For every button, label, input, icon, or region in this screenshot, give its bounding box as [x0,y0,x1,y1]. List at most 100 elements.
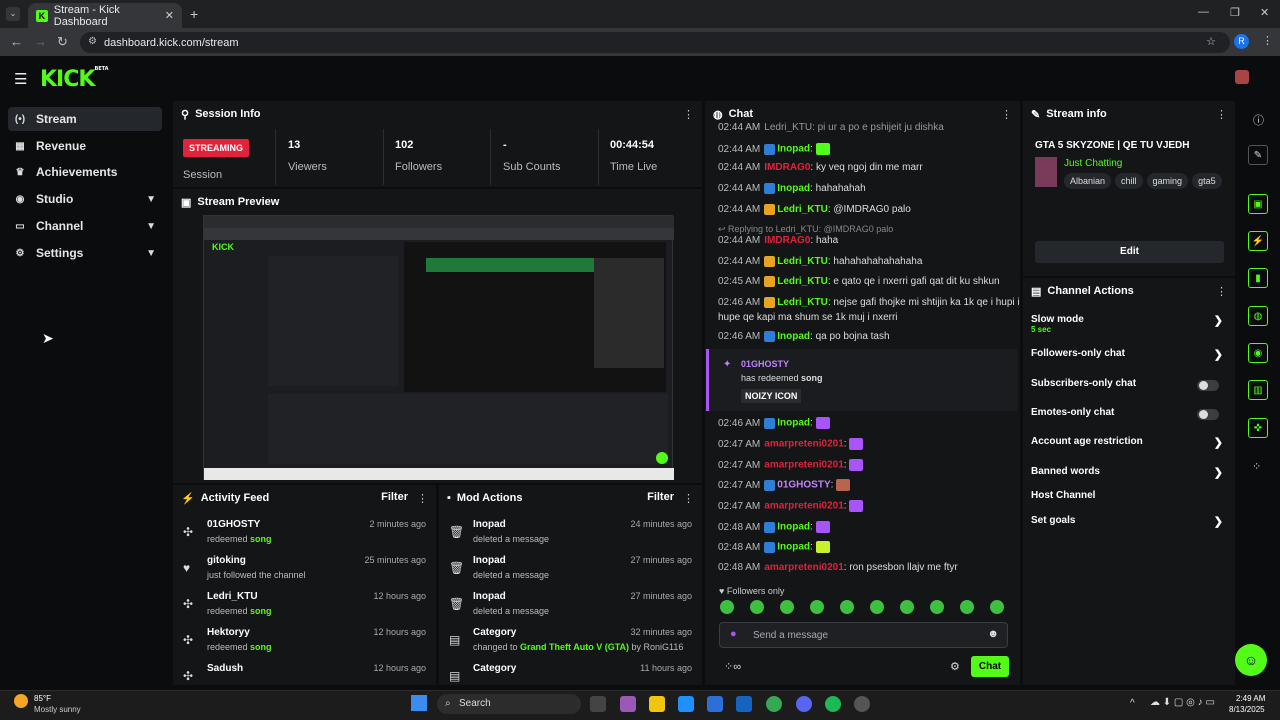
chat-username[interactable]: Inopad [777,331,810,342]
url-field[interactable]: ⚙ dashboard.kick.com/stream ☆ [80,32,1230,53]
hamburger-menu-icon[interactable]: ☰ [14,70,27,88]
sidebar-item-stream[interactable]: (•) Stream [8,107,162,131]
maximize-icon[interactable]: ❐ [1230,6,1240,19]
chat-bubble-icon[interactable]: ◍ [1248,306,1268,326]
kebab-menu-icon[interactable]: ⋮ [1001,108,1012,121]
trash-icon[interactable]: ▮ [1248,268,1268,288]
channel-action-account-age-restriction[interactable]: Account age restriction ❯ [1031,436,1227,456]
back-icon[interactable]: ← [10,34,23,49]
chat-username[interactable]: amarpreteni0201 [764,460,844,471]
channel-action-emotes-only-chat[interactable]: Emotes-only chat [1031,407,1227,427]
chat-message[interactable]: 02:48 AM Inopad: [718,521,1018,533]
mod-action-item[interactable]: 🗑︎ Inopad deleted a message 24 minutes ago [449,519,692,553]
activity-item[interactable]: ✣ Ledri_KTU redeemed song 12 hours ago [183,591,426,625]
chat-message[interactable]: 02:46 AM Ledri_KTU: nejse gafi thojke mi … [718,297,1020,308]
tag-chip[interactable]: chill [1115,173,1143,189]
mod-action-item[interactable]: ▤ Category changed to Grand Theft Auto V (… [449,627,692,661]
mod-action-item[interactable]: 🗑︎ Inopad deleted a message 27 minutes ago [449,591,692,625]
tag-chip[interactable]: gta5 [1192,173,1222,189]
chat-username[interactable]: Ledri_KTU [777,297,828,308]
info-icon[interactable]: ⓘ [1253,112,1264,128]
emote-icon[interactable] [870,600,884,614]
spotify-icon[interactable] [825,696,841,712]
chat-message[interactable]: 02:45 AM Ledri_KTU: e qato qe i nxerri ga… [718,276,1018,287]
chat-message[interactable]: 02:48 AM amarpreteni0201: ron psesbon lla… [718,562,1018,573]
chrome-icon[interactable] [766,696,782,712]
profile-avatar[interactable]: R [1234,34,1249,49]
pencil-icon[interactable]: ✎ [1248,145,1268,165]
tray-chevron-icon[interactable]: ^ [1130,698,1135,709]
emote-icon[interactable] [960,600,974,614]
chat-username[interactable]: Inopad [777,418,810,429]
emote-icon[interactable] [720,600,734,614]
kebab-menu-icon[interactable]: ⋮ [1216,108,1227,121]
discord-icon[interactable] [796,696,812,712]
channel-action-host-channel[interactable]: Host Channel [1031,490,1227,510]
chat-message[interactable]: 02:44 AM IMDRAG0: haha [718,235,1018,246]
chat-message[interactable]: 02:44 AM Ledri_KTU: hahahahahahahaha [718,256,1018,267]
channel-action-subscribers-only-chat[interactable]: Subscribers-only chat [1031,378,1227,398]
kick-logo[interactable]: KICKBETA [40,66,109,92]
chat-message[interactable]: 02:48 AM Inopad: [718,541,1018,553]
emote-icon[interactable] [990,600,1004,614]
site-info-icon[interactable]: ⚙ [88,36,97,47]
broadcast-icon[interactable]: ◉ [1248,343,1268,363]
chat-message[interactable]: 02:44 AM IMDRAG0: ky veq ngoj din me marr [718,162,1018,173]
weather-icon[interactable] [14,694,28,708]
chat-username[interactable]: Ledri_KTU [777,276,828,287]
chat-settings-icon[interactable]: ⚙ [950,660,960,673]
layout-icon[interactable]: ▣ [1248,194,1268,214]
send-chat-button[interactable]: Chat [971,656,1009,677]
wrench-icon[interactable]: ✜ [1248,418,1268,438]
chat-username[interactable]: amarpreteni0201 [764,501,844,512]
file-explorer-icon[interactable] [649,696,665,712]
kebab-menu-icon[interactable]: ⋮ [417,492,428,505]
chat-username[interactable]: 01GHOSTY [777,480,830,491]
kebab-menu-icon[interactable]: ⋮ [683,492,694,505]
chat-tools-icon[interactable]: ⁘∞ [724,660,741,673]
emote-icon[interactable] [780,600,794,614]
channel-action-banned-words[interactable]: Banned words ❯ [1031,466,1227,486]
channel-action-set-goals[interactable]: Set goals ❯ [1031,515,1227,535]
chat-message[interactable]: 02:47 AM 01GHOSTY: [718,479,1018,491]
tag-chip[interactable]: gaming [1146,173,1189,189]
columns-icon[interactable]: ▥ [1248,380,1268,400]
mod-action-item[interactable]: 🗑︎ Inopad deleted a message 27 minutes ago [449,555,692,589]
copilot-icon[interactable] [620,696,636,712]
sidebar-item-achievements[interactable]: ♛ Achievements [8,160,162,184]
activity-item[interactable]: ✣ Sadush 12 hours ago [183,663,426,685]
emote-icon[interactable] [840,600,854,614]
chat-message[interactable]: 02:44 AM Ledri_KTU: @IMDRAG0 palo [718,204,1018,215]
close-tab-icon[interactable]: ✕ [165,9,174,22]
taskbar-search[interactable]: ⌕ Search [437,694,581,714]
chat-message[interactable]: 02:46 AM Inopad: qa po bojna tash [718,331,1018,342]
chat-message[interactable]: 02:46 AM Inopad: [718,417,1018,429]
tag-chip[interactable]: Albanian [1064,173,1112,189]
browser-menu-icon[interactable]: ⋮ [1262,34,1273,47]
obs-icon[interactable] [854,696,870,712]
mod-action-item[interactable]: ▤ Category 11 hours ago [449,663,692,685]
chat-input[interactable]: ● Send a message ☻ [719,622,1008,648]
emote-icon[interactable] [810,600,824,614]
windows-start-icon[interactable] [411,695,427,711]
chat-username[interactable]: IMDRAG0 [764,235,810,246]
activity-item[interactable]: ♥ gitoking just followed the channel 25 min… [183,555,426,589]
browser-tab[interactable]: K Stream - Kick Dashboard ✕ [28,3,182,28]
reload-icon[interactable]: ↻ [57,34,68,50]
emote-icon[interactable] [900,600,914,614]
kebab-menu-icon[interactable]: ⋮ [683,108,694,121]
chat-message[interactable]: 02:47 AM amarpreteni0201: [718,500,1018,512]
chat-username[interactable]: amarpreteni0201 [764,439,844,450]
chat-username[interactable]: Inopad [777,522,810,533]
activity-item[interactable]: ✣ 01GHOSTY redeemed song 2 minutes ago [183,519,426,553]
help-chat-button[interactable]: ☺ [1235,644,1267,676]
outlook-icon[interactable] [736,696,752,712]
toggle-switch[interactable] [1197,380,1219,391]
stream-preview-video[interactable]: KICK [203,215,674,480]
chat-message[interactable]: 02:44 AM Inopad: [718,143,1018,155]
microphone-icon[interactable]: ● [730,628,737,640]
sidebar-item-revenue[interactable]: ▦ Revenue [8,134,162,158]
edit-button[interactable]: Edit [1035,241,1224,263]
activity-item[interactable]: ✣ Hektoryy redeemed song 12 hours ago [183,627,426,661]
sidebar-item-studio[interactable]: ◉ Studio ▼ [8,187,162,211]
